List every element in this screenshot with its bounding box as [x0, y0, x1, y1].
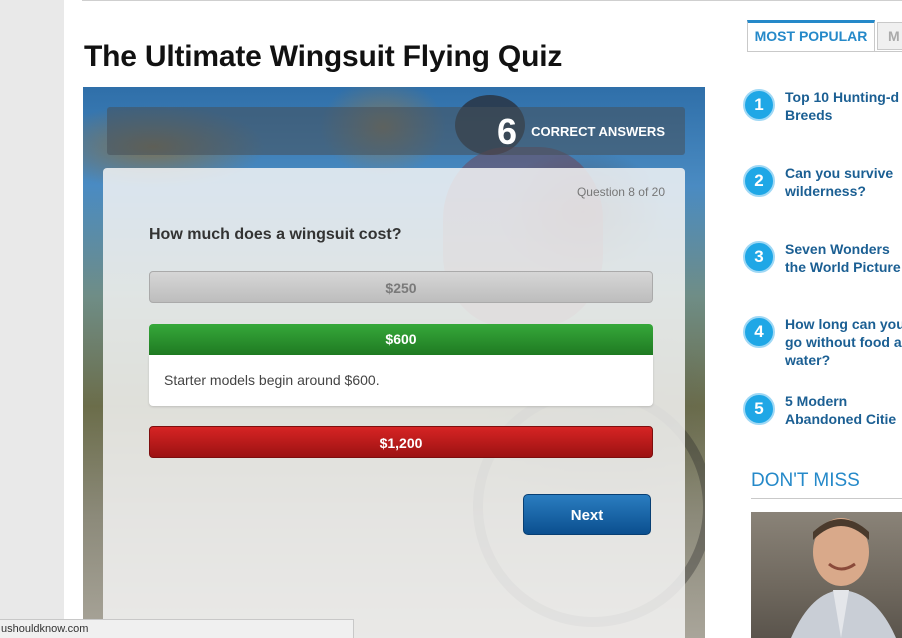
popular-item-title[interactable]: Top 10 Hunting-d Breeds	[785, 88, 902, 124]
quiz-card: Question 8 of 20 How much does a wingsui…	[103, 168, 685, 638]
popular-item-title[interactable]: Seven Wonders the World Picture	[785, 240, 902, 276]
tab-second[interactable]: M	[877, 22, 902, 50]
answer-option-2-correct[interactable]: $600	[149, 324, 653, 355]
rank-badge: 3	[743, 241, 775, 273]
rank-badge: 4	[743, 316, 775, 348]
next-button[interactable]: Next	[523, 494, 651, 535]
question-text: How much does a wingsuit cost?	[149, 226, 402, 243]
rank-badge: 2	[743, 165, 775, 197]
rank-badge: 5	[743, 393, 775, 425]
answer-option-3-wrong[interactable]: $1,200	[149, 426, 653, 458]
score-label: CORRECT ANSWERS	[531, 124, 665, 139]
popular-item-title[interactable]: Can you survive wilderness?	[785, 164, 902, 200]
answer-option-1[interactable]: $250	[149, 271, 653, 303]
dont-miss-heading: DON'T MISS	[751, 470, 860, 491]
sidebar: MOST POPULAR M 1 Top 10 Hunting-d Breeds…	[743, 0, 902, 638]
dont-miss-divider	[751, 498, 902, 499]
page-title: The Ultimate Wingsuit Flying Quiz	[84, 40, 563, 73]
tab-divider	[747, 51, 902, 52]
score-count: 6	[496, 111, 517, 152]
answer-explanation: Starter models begin around $600.	[149, 355, 653, 406]
tab-most-popular[interactable]: MOST POPULAR	[747, 20, 875, 52]
score-banner: 6 CORRECT ANSWERS	[107, 107, 685, 155]
popular-item-title[interactable]: 5 Modern Abandoned Citie	[785, 392, 902, 428]
rank-badge: 1	[743, 89, 775, 121]
question-counter: Question 8 of 20	[576, 185, 665, 199]
browser-status-bar: ushouldknow.com	[0, 619, 354, 638]
dont-miss-photo[interactable]	[751, 512, 902, 638]
popular-item-title[interactable]: How long can you go without food a water…	[785, 315, 902, 369]
man-portrait-icon	[791, 518, 896, 638]
